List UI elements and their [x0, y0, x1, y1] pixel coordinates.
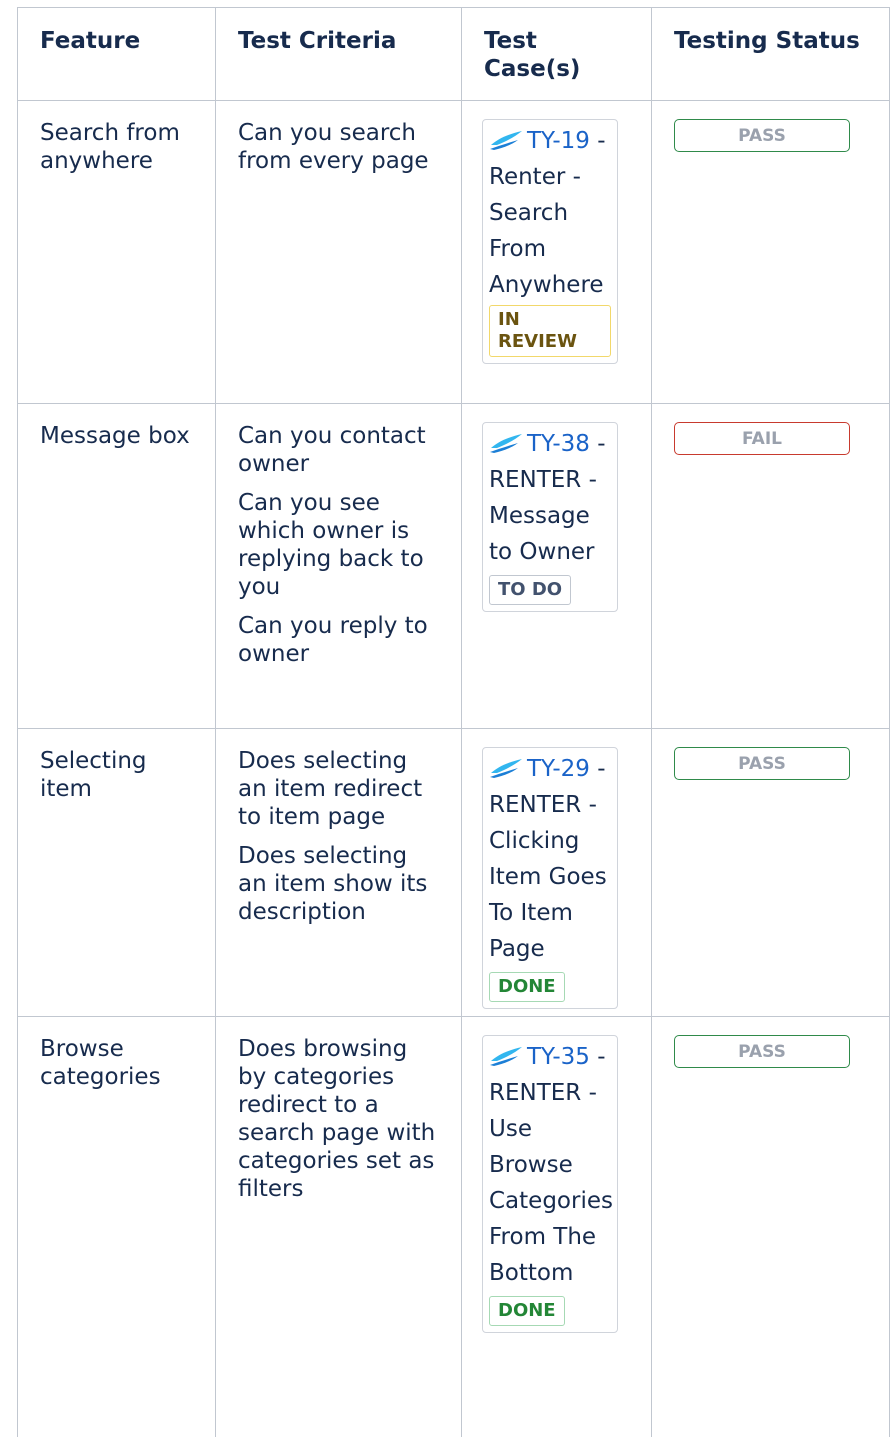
criteria-cell: Does browsing by categories redirect to …: [215, 1016, 462, 1437]
header-testing-status: Testing Status: [651, 7, 890, 101]
test-case-cell: TY-19 - Renter - Search From Anywhere IN…: [461, 100, 652, 404]
jira-xray-feather-icon: [490, 434, 522, 453]
test-case-link[interactable]: TY-19: [527, 128, 590, 154]
criteria-item: Can you contact owner: [238, 423, 426, 477]
jira-xray-feather-icon: [490, 131, 522, 150]
jira-xray-feather-icon: [490, 759, 522, 778]
test-case-cell: TY-29 - RENTER - Clicking Item Goes To I…: [461, 728, 652, 1017]
table-row: Selecting item Does selecting an item re…: [17, 728, 890, 1017]
test-case-link[interactable]: TY-29: [527, 756, 590, 782]
test-case-card[interactable]: TY-35 - RENTER - Use Browse Categories F…: [482, 1035, 618, 1333]
feature-cell: Search from anywhere: [17, 100, 216, 404]
jira-xray-feather-icon: [490, 1047, 522, 1066]
feature-name: Browse categories: [40, 1036, 161, 1090]
test-case-cell: TY-35 - RENTER - Use Browse Categories F…: [461, 1016, 652, 1437]
testing-status-pass[interactable]: PASS: [674, 747, 850, 780]
criteria-item: Can you search from every page: [238, 120, 429, 174]
criteria-item: Can you see which owner is replying back…: [238, 490, 424, 600]
test-case-link[interactable]: TY-35: [527, 1044, 590, 1070]
criteria-item: Does browsing by categories redirect to …: [238, 1036, 436, 1202]
feature-name: Message box: [40, 423, 190, 449]
criteria-item: Can you reply to owner: [238, 613, 428, 667]
case-status-lozenge: DONE: [489, 1296, 565, 1326]
header-feature: Feature: [17, 7, 216, 101]
testing-status-pass[interactable]: PASS: [674, 119, 850, 152]
header-test-criteria: Test Criteria: [215, 7, 462, 101]
criteria-cell: Can you contact owner Can you see which …: [215, 403, 462, 729]
table-row: Browse categories Does browsing by categ…: [17, 1016, 890, 1437]
header-test-cases: Test Case(s): [461, 7, 652, 101]
test-matrix-table: Feature Test Criteria Test Case(s) Testi…: [17, 7, 890, 1437]
testing-status-cell: PASS: [651, 100, 890, 404]
criteria-cell: Can you search from every page: [215, 100, 462, 404]
table-row: Message box Can you contact owner Can yo…: [17, 403, 890, 729]
testing-status-cell: PASS: [651, 728, 890, 1017]
test-case-title: - RENTER - Use Browse Categories From Th…: [489, 1044, 613, 1286]
criteria-item: Does selecting an item show its descript…: [238, 843, 428, 925]
case-status-lozenge: DONE: [489, 972, 565, 1002]
testing-status-fail[interactable]: FAIL: [674, 422, 850, 455]
feature-name: Search from anywhere: [40, 120, 180, 174]
test-case-link[interactable]: TY-38: [527, 431, 590, 457]
test-case-title: - RENTER - Clicking Item Goes To Item Pa…: [489, 756, 607, 962]
testing-status-pass[interactable]: PASS: [674, 1035, 850, 1068]
feature-cell: Selecting item: [17, 728, 216, 1017]
feature-cell: Message box: [17, 403, 216, 729]
table-row: Search from anywhere Can you search from…: [17, 100, 890, 404]
criteria-cell: Does selecting an item redirect to item …: [215, 728, 462, 1017]
testing-status-cell: PASS: [651, 1016, 890, 1437]
test-case-card[interactable]: TY-38 - RENTER - Message to Owner TO DO: [482, 422, 618, 612]
case-status-lozenge: TO DO: [489, 575, 572, 605]
feature-name: Selecting item: [40, 748, 147, 802]
test-case-card[interactable]: TY-19 - Renter - Search From Anywhere IN…: [482, 119, 618, 364]
case-status-lozenge: IN REVIEW: [489, 305, 611, 357]
feature-cell: Browse categories: [17, 1016, 216, 1437]
test-case-card[interactable]: TY-29 - RENTER - Clicking Item Goes To I…: [482, 747, 618, 1009]
test-case-cell: TY-38 - RENTER - Message to Owner TO DO: [461, 403, 652, 729]
testing-status-cell: FAIL: [651, 403, 890, 729]
criteria-item: Does selecting an item redirect to item …: [238, 748, 423, 830]
table-header-row: Feature Test Criteria Test Case(s) Testi…: [17, 7, 890, 101]
